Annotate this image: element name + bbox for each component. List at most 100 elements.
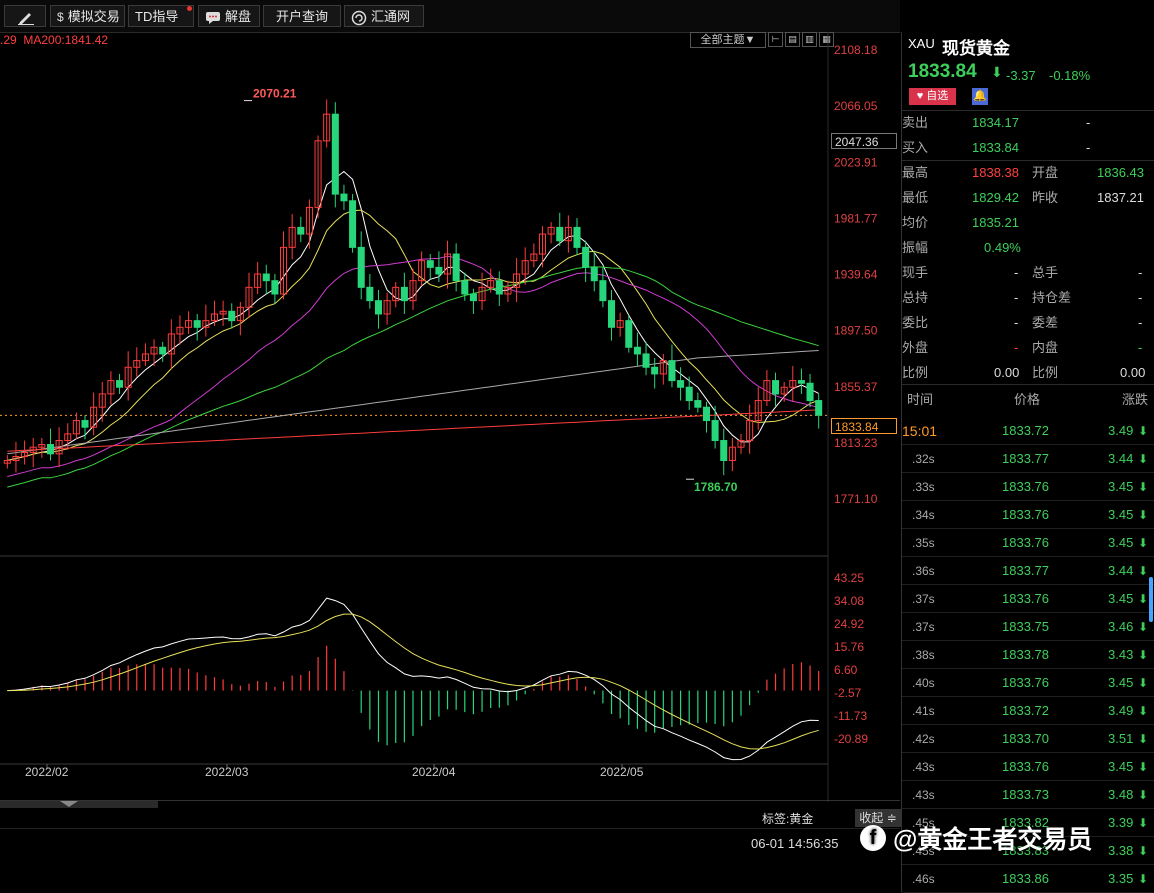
price-axis-label: 2108.18 — [834, 43, 878, 57]
tick-row: .41s 1833.72 3.49 ⬇ — [902, 697, 1154, 725]
price-axis-label: 1855.37 — [834, 380, 878, 394]
sell-price: 1834.17 — [972, 115, 1019, 130]
tick-price: 1833.73 — [1002, 787, 1049, 802]
tick-time: .32s — [912, 452, 935, 466]
ma200-line — [7, 409, 819, 452]
candle-body — [642, 353, 650, 368]
watermark: f @黄金王者交易员 — [860, 820, 1092, 856]
tick-change: 3.48 — [1108, 787, 1134, 802]
stat-label: 比例 — [1032, 365, 1059, 380]
tick-header-price: 价格 — [1014, 392, 1041, 407]
down-arrow-icon: ⬇ — [1138, 648, 1149, 662]
ma10-line — [7, 209, 819, 461]
price-axis-label: 2023.91 — [834, 155, 878, 169]
tick-price: 1833.76 — [1002, 759, 1049, 774]
notification-dot — [187, 6, 192, 11]
stat-row: 外盘 - 内盘 - — [902, 335, 1154, 360]
price-change-pct: -0.18% — [1049, 68, 1091, 83]
scrollbar-thumb[interactable] — [1149, 577, 1153, 622]
low-price-label: 1786.70 — [694, 480, 738, 494]
candle-body — [625, 320, 633, 348]
tick-time: .38s — [912, 648, 935, 662]
macd-axis-label: 43.25 — [834, 571, 864, 585]
analysis-label: 解盘 — [225, 9, 252, 24]
macd-axis-label: -11.73 — [834, 709, 867, 723]
tick-row: .35s 1833.76 3.45 ⬇ — [902, 529, 1154, 557]
pencil-icon — [18, 12, 34, 25]
stat-label: 总持 — [902, 290, 929, 305]
draw-tool-button[interactable] — [4, 5, 46, 27]
analysis-button[interactable]: 解盘 — [198, 5, 260, 27]
tick-price: 1833.76 — [1002, 535, 1049, 550]
candle-body — [677, 380, 685, 388]
stat-value: - — [1014, 265, 1019, 280]
tick-change: 3.38 — [1108, 843, 1134, 858]
tick-change: 3.45 — [1108, 759, 1134, 774]
candle-body — [435, 266, 443, 275]
kline-chart[interactable]: 2070.21 1786.70 2108.18 2066.05 2023.91 1981… — [0, 32, 900, 802]
account-query-button[interactable]: 开户查询 — [263, 5, 341, 27]
macd-panel — [7, 597, 820, 761]
stat-row: 委比 - 委差 - — [902, 310, 1154, 335]
tick-price: 1833.77 — [1002, 451, 1049, 466]
prev-close-label: 昨收 — [1032, 190, 1059, 205]
tick-time: .35s — [912, 536, 935, 550]
stat-value: 0.00 — [994, 365, 1020, 380]
down-arrow-icon: ⬇ — [991, 64, 1003, 80]
tick-change: 3.39 — [1108, 815, 1134, 830]
candle-body — [702, 406, 710, 422]
tick-change: 3.43 — [1108, 647, 1134, 662]
stat-value: - — [1138, 340, 1143, 355]
candle-body — [599, 280, 607, 302]
avg-label: 均价 — [902, 215, 929, 230]
candle-body — [228, 310, 236, 322]
tick-change: 3.49 — [1108, 423, 1134, 438]
fx678-button[interactable]: 汇通网 — [344, 5, 424, 27]
tick-row: .36s 1833.77 3.44 ⬇ — [902, 557, 1154, 585]
td-guide-button[interactable]: TD指导 — [128, 5, 194, 27]
crosshair-price-tag: 2047.36 — [831, 133, 897, 149]
stat-label: 现手 — [902, 265, 929, 280]
price-axis-label: 1939.64 — [834, 268, 878, 282]
candle-body — [426, 260, 434, 268]
down-arrow-icon: ⬇ — [1138, 536, 1149, 550]
high-price-label: 2070.21 — [253, 87, 297, 101]
stat-label: 委差 — [1032, 315, 1059, 330]
amp-label: 振幅 — [902, 240, 929, 255]
candle-body — [452, 253, 460, 282]
tick-price: 1833.72 — [1002, 423, 1049, 438]
date-label: 2022/03 — [205, 765, 249, 779]
date-label: 2022/02 — [25, 765, 69, 779]
scroll-track[interactable] — [0, 801, 158, 808]
tick-header-time: 时间 — [907, 392, 934, 407]
buy-label: 买入 — [902, 140, 929, 155]
sim-trade-button[interactable]: $ 模拟交易 — [50, 5, 125, 27]
collapse-arrow-icon[interactable] — [60, 801, 78, 807]
candle-body — [469, 293, 477, 302]
tick-change: 3.44 — [1108, 563, 1134, 578]
tag-label: 标签:黄金 — [762, 812, 814, 826]
bell-icon[interactable]: 🔔 — [972, 88, 988, 105]
tick-row: .37s 1833.76 3.45 ⬇ — [902, 585, 1154, 613]
tick-price: 1833.75 — [1002, 619, 1049, 634]
moving-average-lines — [7, 170, 819, 488]
candle-body — [582, 246, 590, 268]
watchlist-button[interactable]: ♥ 自选 — [909, 88, 956, 105]
candle-body — [366, 286, 374, 302]
tick-price: 1833.76 — [1002, 591, 1049, 606]
price-axis-label: 1771.10 — [834, 492, 878, 506]
low-label: 最低 — [902, 190, 929, 205]
candle-body — [797, 380, 805, 384]
symbol-code: XAU — [908, 36, 935, 51]
sell-row: 卖出 1834.17 - — [902, 110, 1154, 135]
candle-body — [694, 400, 702, 408]
last-price: 1833.84 — [908, 61, 977, 82]
candle-body — [81, 420, 89, 428]
ma5-line — [7, 170, 819, 461]
chat-icon — [206, 11, 220, 24]
tick-time: 15:01 — [902, 423, 938, 439]
tick-change: 3.51 — [1108, 731, 1134, 746]
open-value: 1836.43 — [1097, 165, 1144, 180]
down-arrow-icon: ⬇ — [1138, 592, 1149, 606]
candle-body — [331, 113, 339, 195]
